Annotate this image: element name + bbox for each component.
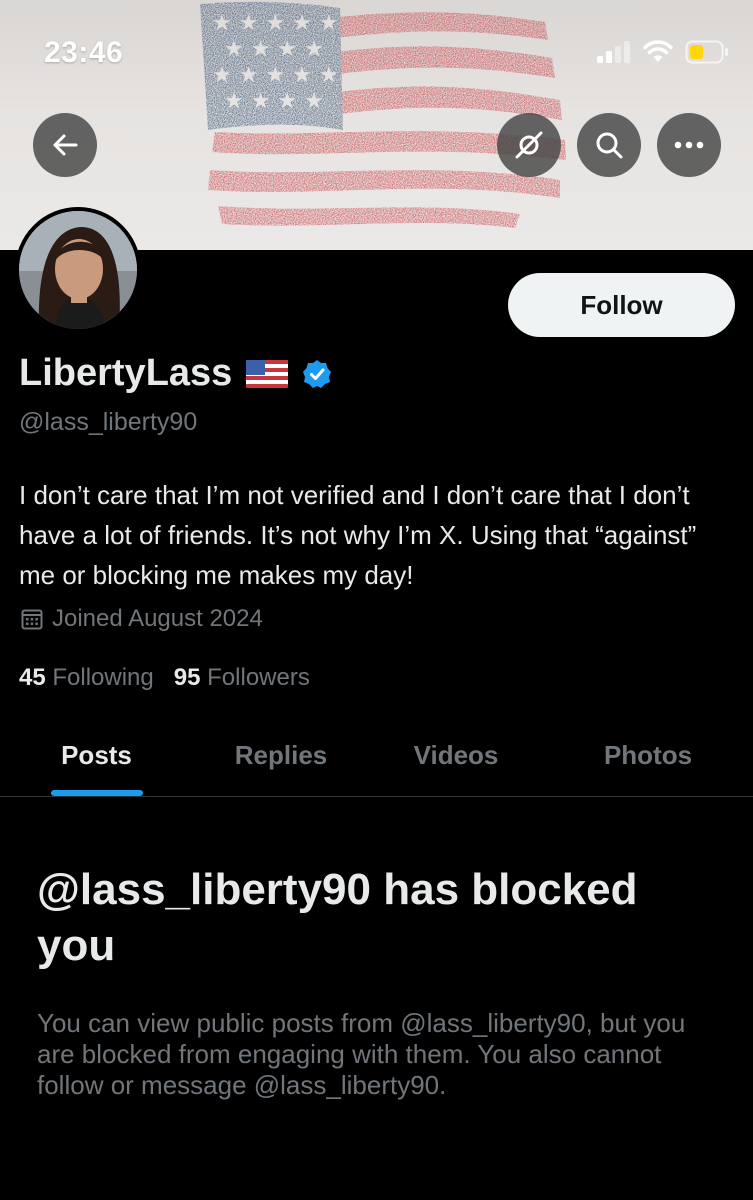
back-arrow-icon: [53, 134, 78, 156]
svg-text:★ ★ ★ ★ ★: ★ ★ ★ ★ ★: [212, 63, 339, 88]
verified-badge-icon[interactable]: [302, 359, 332, 389]
hide-button[interactable]: [497, 113, 561, 177]
blocked-notice-title: @lass_liberty90 has blocked you: [37, 865, 638, 970]
profile-bio: I don’t care that I’m not verified and I…: [19, 480, 697, 590]
followers-link[interactable]: 95 Followers: [174, 664, 310, 692]
following-link[interactable]: 45 Following: [19, 664, 154, 692]
joined-date: Joined August 2024: [52, 605, 263, 632]
search-icon: [596, 132, 623, 159]
search-button[interactable]: [577, 113, 641, 177]
followers-label: Followers: [207, 664, 310, 691]
back-button[interactable]: [33, 113, 97, 177]
battery-low-icon: [685, 40, 728, 64]
tab-videos[interactable]: Videos: [369, 714, 543, 797]
display-name: LibertyLass: [19, 352, 233, 394]
profile-handle: @lass_liberty90: [19, 408, 198, 436]
follow-button[interactable]: Follow: [508, 273, 735, 337]
us-flag-emoji: [246, 359, 289, 388]
more-horizontal-icon: [674, 141, 704, 149]
followers-count: 95: [173, 664, 201, 691]
status-bar-time: 23:46: [44, 36, 124, 69]
tab-photos[interactable]: Photos: [543, 714, 753, 797]
follow-stats: 45 Following 95 Followers: [19, 664, 310, 692]
avatar[interactable]: [15, 207, 141, 333]
eye-slash-icon: [515, 131, 543, 159]
joined-date-row: Joined August 2024: [20, 605, 263, 633]
svg-text:★ ★ ★ ★: ★ ★ ★ ★: [224, 89, 324, 114]
profile-tabs: Posts Replies Videos Photos: [0, 714, 753, 797]
calendar-icon: [21, 609, 43, 630]
svg-text:★ ★ ★ ★ ★: ★ ★ ★ ★ ★: [212, 11, 339, 36]
tab-replies[interactable]: Replies: [193, 714, 369, 797]
profile-photo: [19, 211, 137, 329]
status-bar-icons: [597, 40, 729, 64]
following-label: Following: [52, 664, 154, 691]
blocked-notice-message: You can view public posts from @lass_lib…: [37, 1008, 686, 1100]
svg-text:★ ★ ★ ★: ★ ★ ★ ★: [224, 37, 324, 62]
display-name-row: LibertyLass: [19, 352, 332, 395]
wifi-icon: [643, 40, 673, 62]
more-button[interactable]: [657, 113, 721, 177]
following-count: 45: [19, 664, 46, 691]
cellular-signal-icon: [597, 41, 630, 63]
active-tab-indicator: [51, 790, 143, 796]
tab-posts[interactable]: Posts: [0, 714, 193, 797]
